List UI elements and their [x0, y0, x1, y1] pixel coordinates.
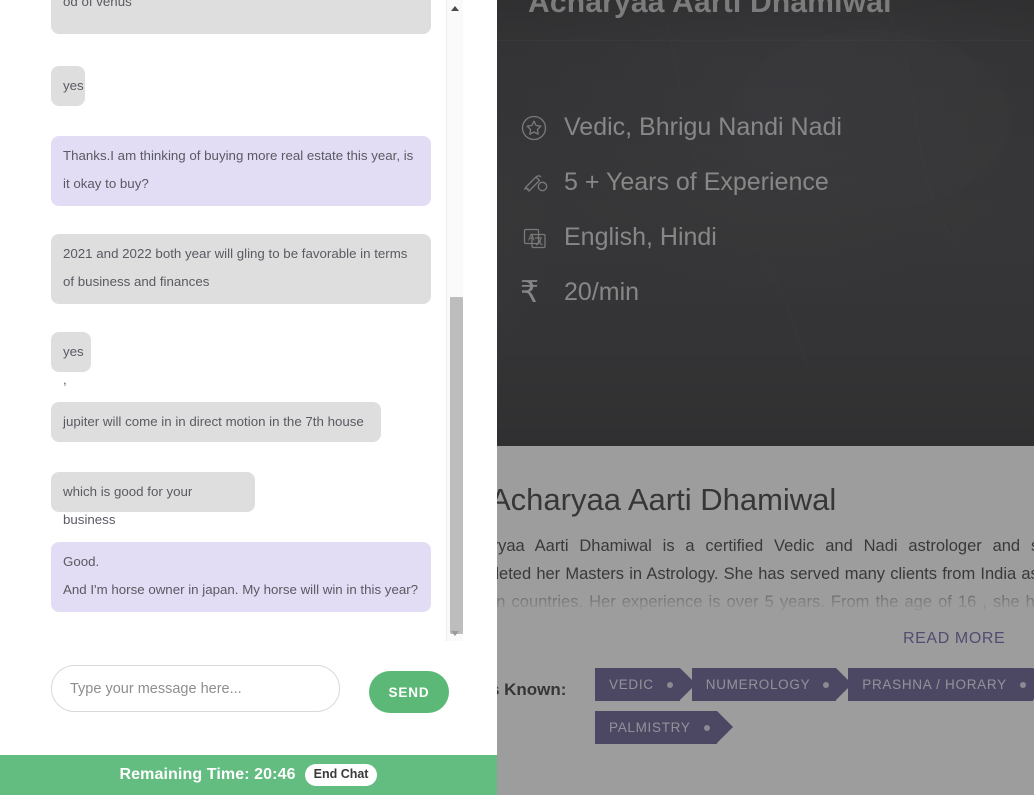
chat-bubble-text: Good. And I'm horse owner in japan. My h… [63, 554, 419, 597]
chat-bubble-text: jupiter will come in in direct motion in… [63, 414, 364, 429]
skill-tag-label: PRASHNA / HORARY [862, 677, 1007, 692]
chat-scrollbar[interactable] [446, 0, 463, 641]
skill-tag-label: NUMEROLOGY [705, 677, 811, 692]
skill-tag-label: VEDIC [609, 677, 654, 692]
screen-root: Acharyaa Aarti Dhamiwal Vedic, Bhrigu Na… [0, 0, 1034, 795]
skill-tag[interactable]: VEDIC [595, 668, 696, 701]
skill-tag-dot-icon [823, 681, 830, 688]
fact-row-languages: A English, Hindi [520, 210, 1020, 265]
read-more-link[interactable]: READ MORE [903, 630, 1005, 648]
fact-row-specialization: Vedic, Bhrigu Nandi Nadi [520, 100, 1020, 155]
hero-astrologer-name: Acharyaa Aarti Dhamiwal [528, 0, 892, 19]
fact-experience-text: 5 + Years of Experience [564, 168, 829, 196]
chat-bubble-text: Thanks.I am thinking of buying more real… [63, 148, 414, 191]
chat-bubble-astrologer: jupiter will come in in direct motion in… [51, 402, 381, 442]
chat-bubble-astrologer: yes [51, 66, 85, 106]
skills-tag-list: VEDIC NUMEROLOGY PRASHNA / HORARY PALMISTRY [565, 668, 1034, 744]
chat-bubble-text: 2021 and 2022 both year will gling to be… [63, 246, 408, 289]
remaining-time-label: Remaining Time: 20:46 [119, 766, 296, 783]
skill-tag-dot-icon [1019, 681, 1026, 688]
chat-bubble-text: yes , [63, 344, 84, 387]
profile-name: Acharyaa Aarti Dhamiwal [490, 482, 837, 517]
scroll-down-arrow-icon[interactable] [447, 625, 463, 641]
scroll-up-arrow-icon[interactable] [447, 0, 463, 16]
star-badge-icon [520, 110, 564, 146]
rupee-glyph: ₹ [520, 274, 540, 310]
chat-bubble-text: which is good for your business [63, 484, 193, 527]
fact-languages-text: English, Hindi [564, 223, 717, 251]
chat-window: od of venus yes Thanks.I am thinking of bu… [0, 0, 497, 795]
skill-tag[interactable]: PRASHNA / HORARY [848, 668, 1034, 701]
scrollbar-track[interactable] [448, 16, 463, 634]
fact-price-text: 20/min [564, 278, 640, 306]
diploma-scroll-icon [520, 165, 564, 201]
chat-bubble-user: Thanks.I am thinking of buying more real… [51, 136, 431, 206]
skill-tag-dot-icon [703, 724, 710, 731]
rupee-icon: ₹ [520, 275, 564, 311]
skill-tag-label: PALMISTRY [609, 720, 691, 735]
skills-section: Skills Known: VEDIC NUMEROLOGY PRASHNA / H… [455, 668, 1034, 744]
chat-message-scroll-area[interactable]: od of venus yes Thanks.I am thinking of bu… [0, 0, 497, 641]
chat-bubble-astrologer: which is good for your business [51, 472, 255, 527]
scrollbar-thumb[interactable] [450, 297, 463, 634]
fact-row-price: ₹ 20/min [520, 265, 1020, 320]
chat-bubble-text: od of venus [63, 0, 132, 9]
message-input[interactable] [51, 665, 340, 712]
chat-bubble-astrologer: od of venus [51, 0, 431, 34]
translate-icon: A [520, 220, 564, 256]
skill-tag-dot-icon [666, 681, 673, 688]
end-chat-button[interactable]: End Chat [304, 763, 378, 787]
skill-tag[interactable]: PALMISTRY [595, 711, 733, 744]
send-button[interactable]: SEND [369, 671, 449, 713]
chat-bubble-astrologer: 2021 and 2022 both year will gling to be… [51, 234, 431, 304]
profile-description: Acharyaa Aarti Dhamiwal is a certified V… [455, 537, 1034, 611]
fact-row-experience: 5 + Years of Experience [520, 155, 1020, 210]
chat-bubble-user: Good. And I'm horse owner in japan. My h… [51, 542, 431, 612]
chat-bubble-text: yes [63, 78, 84, 93]
chat-footer-bar: Remaining Time: 20:46 End Chat [0, 755, 497, 795]
fact-specialization-text: Vedic, Bhrigu Nandi Nadi [564, 113, 842, 141]
chat-bubble-astrologer: yes , [51, 332, 91, 387]
hero-fact-list: Vedic, Bhrigu Nandi Nadi 5 + Years of Ex… [520, 100, 1020, 320]
skill-tag[interactable]: NUMEROLOGY [691, 668, 852, 701]
